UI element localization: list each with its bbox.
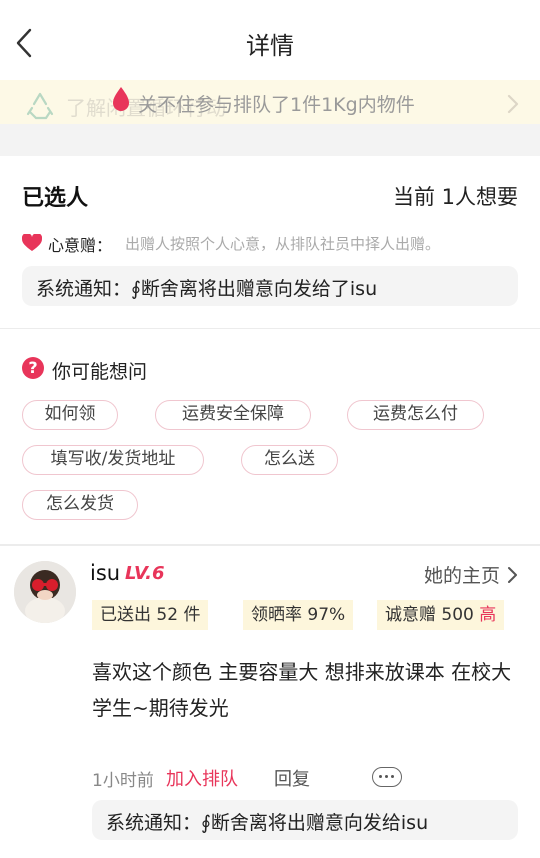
divider — [0, 328, 540, 329]
comment-time: 1小时前 — [92, 771, 154, 791]
chevron-right-icon[interactable] — [506, 566, 518, 584]
avatar[interactable] — [14, 561, 76, 623]
stat-review-rate: 领晒率 97% — [243, 600, 354, 630]
page-title: 详情 — [246, 32, 294, 60]
drop-icon — [113, 87, 129, 111]
selected-title: 已选人 — [22, 186, 89, 211]
question-icon: ? — [22, 357, 44, 379]
want-count: 当前 1人想要 — [392, 185, 518, 209]
comment-text: 喜欢这个颜色 主要容量大 想排来放课本 在校大学生~期待发光 — [92, 660, 512, 720]
faq-chip-how-to-ship[interactable]: 怎么发货 — [22, 490, 138, 520]
more-options-icon[interactable] — [372, 767, 402, 787]
reply-button[interactable]: 回复 — [274, 765, 310, 791]
system-notice: 系统通知：∮断舍离将出赠意向发给了isu — [22, 266, 518, 306]
user-home-link[interactable]: 她的主页 — [424, 561, 500, 588]
avatar-image — [14, 561, 76, 623]
chevron-right-icon — [507, 94, 519, 114]
stat-sent: 已送出 52 件 — [92, 600, 209, 630]
faq-title: 你可能想问 — [52, 361, 148, 383]
section-gap — [0, 124, 540, 156]
stat-sincerity: 诚意赠 500 高 — [377, 600, 505, 630]
faq-chip-shipping-payment[interactable]: 运费怎么付 — [347, 400, 484, 430]
faq-chip-shipping-safety[interactable]: 运费安全保障 — [155, 400, 311, 430]
faq-chip-how-to-send[interactable]: 怎么送 — [241, 445, 338, 475]
join-queue-label: 加入排队 — [166, 769, 238, 790]
user-name[interactable]: isu — [90, 561, 120, 585]
divider — [0, 544, 540, 546]
user-level-badge: LV.6 — [125, 563, 165, 584]
faq-chip-how-to-receive[interactable]: 如何领 — [22, 400, 118, 430]
recycle-icon — [26, 92, 54, 120]
faq-chip-fill-address[interactable]: 填写收/发货地址 — [22, 445, 204, 475]
top-bar: 详情 — [0, 0, 540, 80]
banner-notice-text: 关不住参与排队了1件1Kg内物件 — [138, 94, 415, 116]
stat-sincerity-value: 诚意赠 500 — [385, 605, 474, 625]
system-notice-reply: 系统通知：∮断舍离将出赠意向发给isu — [92, 800, 518, 840]
heart-icon — [22, 234, 42, 251]
stat-sincerity-level: 高 — [479, 605, 497, 625]
system-notice-text: 系统通知：∮断舍离将出赠意向发给了isu — [36, 278, 378, 300]
notice-banner[interactable]: 了解闲置循环行动 关不住参与排队了1件1Kg内物件 — [0, 80, 540, 124]
system-notice-reply-text: 系统通知：∮断舍离将出赠意向发给isu — [106, 812, 429, 834]
give-mode-label: 心意赠： — [48, 236, 113, 255]
give-mode-description: 出赠人按照个人心意，从排队社员中择人出赠。 — [125, 235, 441, 253]
